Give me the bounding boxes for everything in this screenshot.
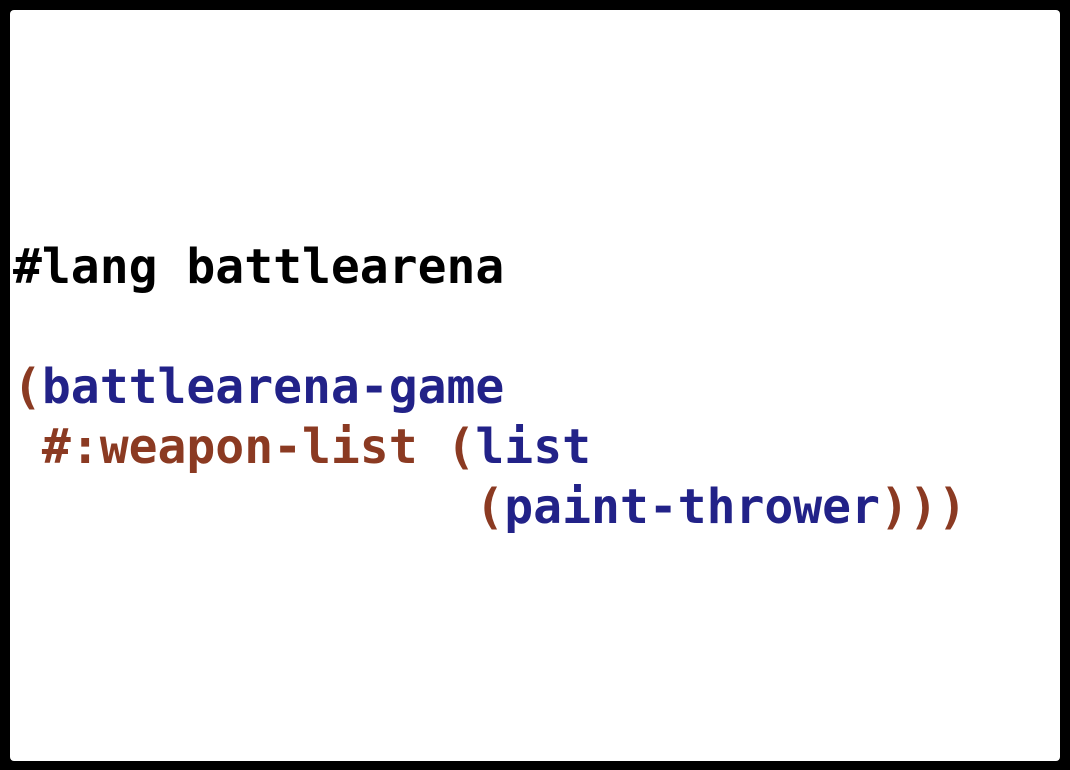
keyword-weapon-list: #:weapon-list bbox=[41, 419, 418, 475]
code-line-game: (battlearena-game bbox=[13, 357, 967, 417]
open-paren: ( bbox=[446, 419, 476, 475]
identifier-list: list bbox=[475, 419, 591, 475]
lang-declaration: #lang battlearena bbox=[13, 239, 505, 295]
code-editor-frame: #lang battlearena (battlearena-game #:wea… bbox=[10, 10, 1060, 761]
code-line-weapon-list: #:weapon-list (list bbox=[13, 417, 967, 477]
identifier-paint-thrower: paint-thrower bbox=[504, 479, 880, 535]
close-parens: ))) bbox=[879, 479, 967, 535]
open-paren: ( bbox=[13, 359, 42, 415]
open-paren: ( bbox=[475, 479, 505, 535]
code-line-paint-thrower: (paint-thrower))) bbox=[13, 477, 967, 537]
identifier-battlearena-game: battlearena-game bbox=[41, 359, 505, 415]
code-block: #lang battlearena (battlearena-game #:wea… bbox=[13, 237, 967, 537]
